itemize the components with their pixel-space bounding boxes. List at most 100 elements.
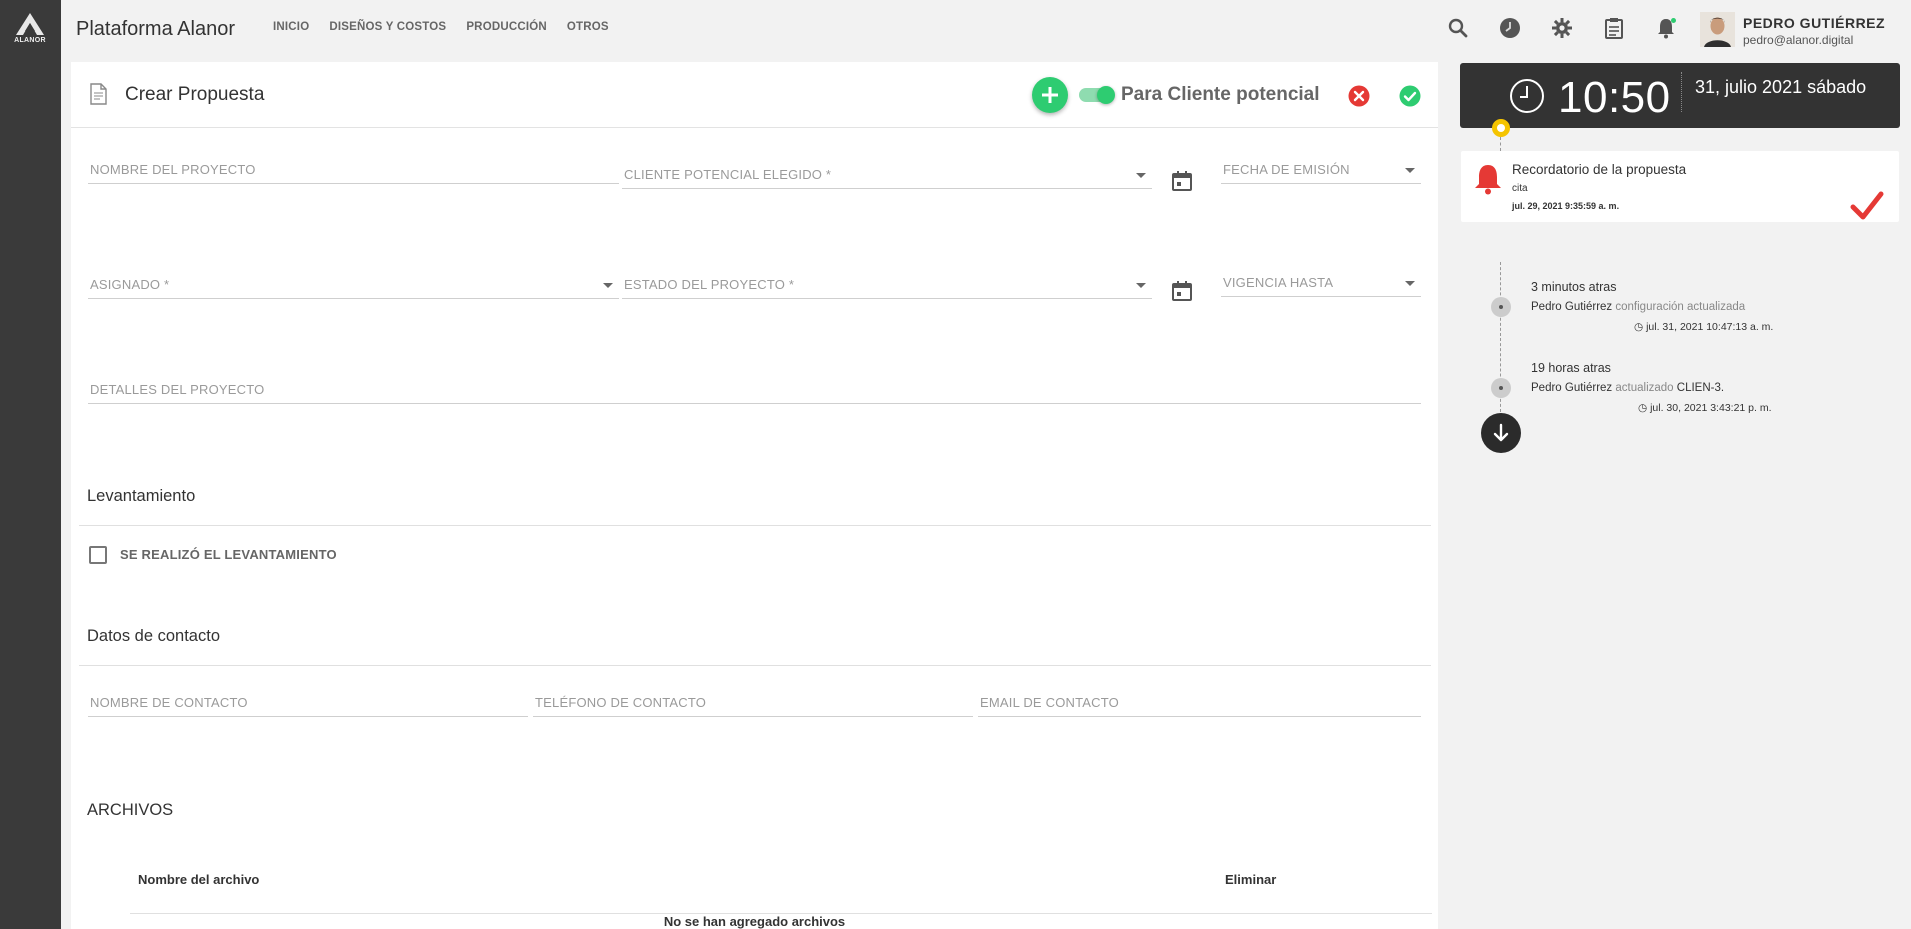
load-more-button[interactable] bbox=[1481, 413, 1521, 453]
project-name-field[interactable]: NOMBRE DEL PROYECTO bbox=[88, 160, 619, 184]
clock-icon[interactable] bbox=[1498, 16, 1522, 40]
valid-until-field[interactable]: VIGENCIA HASTA bbox=[1221, 273, 1421, 297]
dropdown-arrow-icon bbox=[603, 283, 613, 288]
bell-icon[interactable] bbox=[1654, 16, 1678, 40]
close-circle-icon bbox=[1348, 85, 1370, 107]
user-email: pedro@alanor.digital bbox=[1743, 33, 1854, 47]
left-rail: ALANOR bbox=[0, 0, 61, 929]
page-title: Crear Propuesta bbox=[125, 84, 265, 105]
issue-date-label: FECHA DE EMISIÓN bbox=[1223, 162, 1350, 177]
reminder-date: jul. 29, 2021 9:35:59 a. m. bbox=[1512, 201, 1620, 211]
logo-mark-icon bbox=[16, 13, 44, 35]
timeline-user: Pedro Gutiérrez bbox=[1531, 301, 1613, 313]
user-name[interactable]: PEDRO GUTIÉRREZ bbox=[1743, 15, 1885, 31]
section-contacto: Datos de contacto bbox=[87, 627, 220, 645]
files-empty-message: No se han agregado archivos bbox=[663, 914, 846, 929]
potential-client-select[interactable]: CLIENTE POTENCIAL ELEGIDO * bbox=[622, 165, 1152, 189]
clock-outline-icon bbox=[1509, 78, 1545, 119]
save-button[interactable] bbox=[1399, 85, 1421, 107]
timeline-entry: Pedro Gutiérrez actualizado CLIEN-3. bbox=[1531, 382, 1724, 394]
timeline-entry: Pedro Gutiérrez configuración actualizad… bbox=[1531, 301, 1745, 313]
contact-email-label: EMAIL DE CONTACTO bbox=[980, 695, 1119, 710]
section-levantamiento: Levantamiento bbox=[87, 487, 196, 505]
timeline-stamp: ◷ jul. 30, 2021 3:43:21 p. m. bbox=[1638, 402, 1772, 414]
add-button[interactable] bbox=[1032, 77, 1068, 113]
timeline-stamp-text: jul. 30, 2021 3:43:21 p. m. bbox=[1650, 402, 1772, 414]
contact-name-field[interactable]: NOMBRE DE CONTACTO bbox=[88, 693, 528, 717]
reminder-card: Recordatorio de la propuesta cita jul. 2… bbox=[1461, 151, 1899, 222]
search-icon[interactable] bbox=[1446, 16, 1470, 40]
gear-icon[interactable] bbox=[1550, 16, 1574, 40]
clock-widget: 10:50 31, julio 2021 sábado bbox=[1460, 63, 1900, 128]
timeline-dot bbox=[1491, 297, 1511, 317]
document-icon bbox=[88, 83, 108, 110]
issue-date-field[interactable]: FECHA DE EMISIÓN bbox=[1221, 160, 1421, 184]
contact-phone-label: TELÉFONO DE CONTACTO bbox=[535, 695, 707, 710]
clock-time: 10:50 bbox=[1558, 73, 1671, 122]
divider bbox=[79, 525, 1431, 526]
survey-done-label[interactable]: SE REALIZÓ EL LEVANTAMIENTO bbox=[120, 547, 337, 562]
section-archivos: ARCHIVOS bbox=[87, 801, 174, 819]
potential-client-toggle[interactable] bbox=[1079, 86, 1115, 104]
col-file-name: Nombre del archivo bbox=[138, 872, 260, 887]
valid-until-label: VIGENCIA HASTA bbox=[1223, 275, 1334, 290]
notification-dot bbox=[1671, 18, 1676, 23]
calendar-icon[interactable] bbox=[1171, 170, 1193, 192]
nav-disenos-costos[interactable]: DISEÑOS Y COSTOS bbox=[329, 21, 446, 33]
project-details-label: DETALLES DEL PROYECTO bbox=[90, 382, 265, 397]
project-details-field[interactable]: DETALLES DEL PROYECTO bbox=[88, 380, 1421, 404]
contact-phone-field[interactable]: TELÉFONO DE CONTACTO bbox=[533, 693, 973, 717]
clipboard-icon[interactable] bbox=[1602, 16, 1626, 40]
contact-name-label: NOMBRE DE CONTACTO bbox=[90, 695, 248, 710]
reminder-title: Recordatorio de la propuesta bbox=[1512, 162, 1687, 177]
survey-done-checkbox[interactable] bbox=[89, 546, 107, 564]
timeline-dot bbox=[1491, 378, 1511, 398]
nav-produccion[interactable]: PRODUCCIÓN bbox=[466, 21, 547, 33]
dropdown-arrow-icon bbox=[1405, 281, 1415, 286]
time-icon: ◷ bbox=[1638, 402, 1648, 414]
topbar-icons bbox=[1446, 16, 1706, 40]
arrow-down-icon bbox=[1493, 423, 1509, 442]
col-delete: Eliminar bbox=[1225, 872, 1277, 887]
assigned-select[interactable]: ASIGNADO * bbox=[88, 275, 619, 299]
contact-email-field[interactable]: EMAIL DE CONTACTO bbox=[978, 693, 1421, 717]
plus-icon bbox=[1042, 87, 1058, 103]
card-header: Crear Propuesta Para Cliente potencial bbox=[71, 62, 1438, 128]
project-status-label: ESTADO DEL PROYECTO * bbox=[624, 277, 795, 292]
app-title: Plataforma Alanor bbox=[76, 18, 235, 40]
timeline-stamp-text: jul. 31, 2021 10:47:13 a. m. bbox=[1646, 321, 1774, 333]
check-circle-icon bbox=[1399, 85, 1421, 107]
timeline-extra: CLIEN-3. bbox=[1676, 382, 1725, 394]
cancel-button[interactable] bbox=[1348, 85, 1370, 107]
main-nav: INICIO DISEÑOS Y COSTOS PRODUCCIÓN OTROS bbox=[273, 21, 609, 33]
dropdown-arrow-icon bbox=[1136, 173, 1146, 178]
timeline-action: configuración actualizada bbox=[1615, 301, 1746, 313]
timeline-when: 19 horas atras bbox=[1531, 361, 1611, 375]
reminder-done-check-icon[interactable] bbox=[1850, 191, 1884, 226]
timeline-line bbox=[1500, 137, 1501, 151]
timeline-current-marker bbox=[1492, 119, 1510, 137]
avatar[interactable] bbox=[1700, 12, 1735, 47]
alert-bell-icon bbox=[1473, 163, 1503, 200]
dropdown-arrow-icon bbox=[1405, 168, 1415, 173]
nav-inicio[interactable]: INICIO bbox=[273, 21, 309, 33]
timeline-when: 3 minutos atras bbox=[1531, 280, 1617, 294]
reminder-subtitle: cita bbox=[1512, 183, 1528, 194]
proposal-form-card: Crear Propuesta Para Cliente potencial N… bbox=[71, 62, 1438, 929]
nav-otros[interactable]: OTROS bbox=[567, 21, 609, 33]
dropdown-arrow-icon bbox=[1136, 283, 1146, 288]
time-icon: ◷ bbox=[1634, 321, 1644, 333]
logo-text: ALANOR bbox=[14, 37, 46, 44]
divider bbox=[79, 665, 1431, 666]
toggle-label: Para Cliente potencial bbox=[1121, 84, 1320, 105]
clock-date: 31, julio 2021 sábado bbox=[1695, 77, 1867, 97]
project-name-label: NOMBRE DEL PROYECTO bbox=[90, 162, 256, 177]
clock-separator bbox=[1681, 72, 1682, 112]
assigned-label: ASIGNADO * bbox=[90, 277, 170, 292]
potential-client-label: CLIENTE POTENCIAL ELEGIDO * bbox=[624, 167, 832, 182]
timeline-stamp: ◷ jul. 31, 2021 10:47:13 a. m. bbox=[1634, 321, 1773, 333]
calendar-icon[interactable] bbox=[1171, 280, 1193, 302]
timeline-user: Pedro Gutiérrez bbox=[1531, 382, 1613, 394]
alanor-logo[interactable]: ALANOR bbox=[9, 12, 51, 48]
project-status-select[interactable]: ESTADO DEL PROYECTO * bbox=[622, 275, 1152, 299]
